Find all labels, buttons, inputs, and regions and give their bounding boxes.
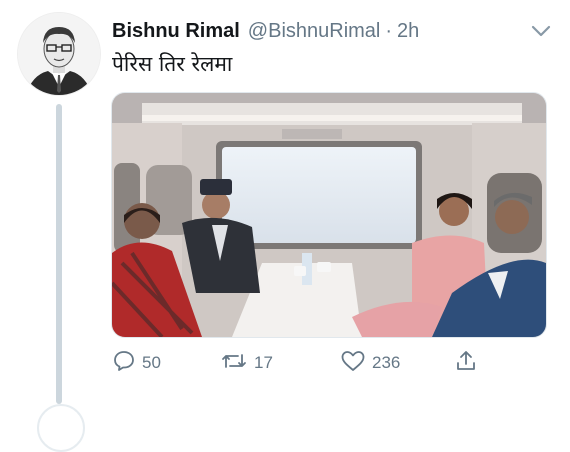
author-name[interactable]: Bishnu Rimal [112, 20, 240, 43]
avatar[interactable] [17, 12, 101, 96]
tweet-photo[interactable] [111, 92, 547, 338]
retweet-button[interactable]: 17 [220, 348, 273, 378]
tweet-time[interactable]: 2h [397, 20, 419, 43]
retweet-count: 17 [254, 353, 273, 372]
thread-line [56, 104, 62, 404]
tweet-text: पेरिस तिर रेलमा [112, 52, 233, 76]
tweet-header: Bishnu Rimal @BishnuRimal · 2h [112, 17, 551, 45]
like-icon [340, 349, 372, 378]
retweet-icon [220, 349, 254, 378]
reply-button[interactable]: 50 [112, 348, 161, 378]
avatar-sketch [18, 13, 100, 95]
reply-icon [112, 349, 142, 378]
share-button[interactable] [454, 348, 484, 378]
author-handle[interactable]: @BishnuRimal [248, 20, 381, 43]
reply-count: 50 [142, 353, 161, 372]
like-count: 236 [372, 353, 401, 372]
share-icon [454, 349, 484, 378]
chevron-down-icon[interactable] [526, 19, 556, 43]
like-button[interactable]: 236 [340, 348, 400, 378]
separator-dot: · [385, 19, 393, 42]
next-avatar-placeholder [37, 404, 85, 452]
tweet-actions: 50 17 236 [112, 348, 492, 378]
